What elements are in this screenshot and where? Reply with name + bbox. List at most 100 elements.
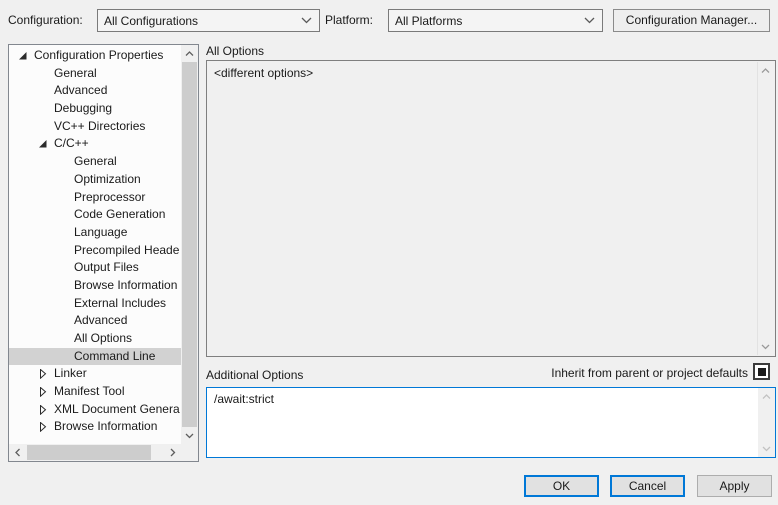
tree-item[interactable]: External Includes [9,295,181,313]
tree-item[interactable]: Browse Information [9,277,181,295]
platform-dropdown-value: All Platforms [395,14,462,28]
tree-item-label: Configuration Properties [31,47,163,65]
tree-expander-icon[interactable] [55,227,71,239]
tree-expander-icon[interactable] [35,121,51,133]
tree-item-label: Manifest Tool [51,383,124,401]
tree-item[interactable]: Debugging [9,100,181,118]
tree-expander-icon[interactable] [35,421,51,433]
tree-item-label: Output Files [71,259,139,277]
tree-item-label: Browse Information [71,277,177,295]
tree-expander-icon[interactable] [55,244,71,256]
tree-item-label: Advanced [71,312,127,330]
all-options-scrollbar[interactable] [757,62,774,355]
tree-item[interactable]: Browse Information [9,418,181,436]
scroll-up-icon[interactable] [757,62,774,79]
tree-expander-icon[interactable] [55,333,71,345]
all-options-box[interactable]: <different options> [206,60,776,357]
tree-item[interactable]: Manifest Tool [9,383,181,401]
scroll-down-icon[interactable] [181,427,198,444]
tree-item[interactable]: Code Generation [9,206,181,224]
scroll-left-icon[interactable] [9,444,26,461]
tree-item[interactable]: Optimization [9,171,181,189]
tree-item[interactable]: Language [9,224,181,242]
tree-expander-icon[interactable] [35,138,51,150]
scroll-up-icon[interactable] [758,388,775,405]
tree-expander-icon[interactable] [35,404,51,416]
tree-item-label: Command Line [71,348,155,366]
tree-item[interactable]: General [9,65,181,83]
tree-expander-icon[interactable] [55,262,71,274]
configuration-dropdown[interactable]: All Configurations [97,9,320,32]
tree-expander-icon[interactable] [15,50,31,62]
tree-item-label: VC++ Directories [51,118,145,136]
tree-expander-icon[interactable] [55,191,71,203]
chevron-down-icon [584,17,595,24]
tree-item[interactable]: Output Files [9,259,181,277]
tree-expander-icon[interactable] [55,315,71,327]
tree-item[interactable]: Preprocessor [9,189,181,207]
tree-item[interactable]: XML Document Genera [9,401,181,419]
tree-item[interactable]: Advanced [9,312,181,330]
checkbox-indeterminate-mark [758,368,766,376]
tree-item-label: Preprocessor [71,189,145,207]
chevron-down-icon [301,17,312,24]
platform-label: Platform: [325,9,373,32]
property-pages-dialog: { "toolbar": { "configuration_label": "C… [0,0,778,505]
tree-item[interactable]: Command Line [9,348,181,366]
tree-horizontal-scrollbar[interactable] [9,444,181,461]
scroll-up-icon[interactable] [181,45,198,62]
tree-expander-icon[interactable] [55,174,71,186]
platform-dropdown[interactable]: All Platforms [388,9,603,32]
additional-options-scrollbar[interactable] [758,388,775,457]
apply-button[interactable]: Apply [697,475,772,497]
tree-item-label: Linker [51,365,87,383]
property-tree: Configuration Properties General Advance… [9,47,181,444]
tree-vertical-scrollbar[interactable] [181,45,198,444]
tree-expander-icon[interactable] [35,368,51,380]
tree-item-label: XML Document Genera [51,401,180,419]
tree-expander-icon[interactable] [35,85,51,97]
scroll-right-icon[interactable] [164,444,181,461]
cancel-button[interactable]: Cancel [610,475,685,497]
configuration-manager-button[interactable]: Configuration Manager... [613,9,770,32]
tree-item-label: General [71,153,117,171]
tree-item[interactable]: Advanced [9,82,181,100]
scroll-down-icon[interactable] [758,440,775,457]
additional-options-value: /await:strict [214,392,751,406]
scrollbar-corner [181,444,198,461]
all-options-value: <different options> [214,66,751,80]
tree-item[interactable]: All Options [9,330,181,348]
tree-item-label: Advanced [51,82,107,100]
property-tree-panel: Configuration Properties General Advance… [8,44,199,462]
tree-item-label: Debugging [51,100,112,118]
tree-item-label: C/C++ [51,135,89,153]
tree-item-label: Browse Information [51,418,157,436]
tree-item[interactable]: C/C++ [9,135,181,153]
tree-expander-icon[interactable] [55,156,71,168]
tree-item[interactable]: VC++ Directories [9,118,181,136]
tree-item-label: Optimization [71,171,141,189]
tree-expander-icon[interactable] [35,386,51,398]
tree-item[interactable]: Configuration Properties [9,47,181,65]
tree-expander-icon[interactable] [55,280,71,292]
all-options-label: All Options [206,44,264,58]
scroll-down-icon[interactable] [757,338,774,355]
tree-item-label: Code Generation [71,206,165,224]
tree-item-label: External Includes [71,295,166,313]
tree-item[interactable]: General [9,153,181,171]
tree-hscrollbar-thumb[interactable] [27,445,151,460]
additional-options-input[interactable]: /await:strict [206,387,776,458]
tree-item-label: Language [71,224,127,242]
tree-expander-icon[interactable] [35,68,51,80]
inherit-defaults-checkbox[interactable] [753,363,770,380]
tree-item[interactable]: Precompiled Heade [9,242,181,260]
tree-scrollbar-thumb[interactable] [182,62,197,427]
tree-expander-icon[interactable] [55,297,71,309]
configuration-label: Configuration: [8,9,83,32]
tree-expander-icon[interactable] [35,103,51,115]
tree-item[interactable]: Linker [9,365,181,383]
configuration-dropdown-value: All Configurations [104,14,198,28]
tree-expander-icon[interactable] [55,351,71,363]
tree-expander-icon[interactable] [55,209,71,221]
ok-button[interactable]: OK [524,475,599,497]
